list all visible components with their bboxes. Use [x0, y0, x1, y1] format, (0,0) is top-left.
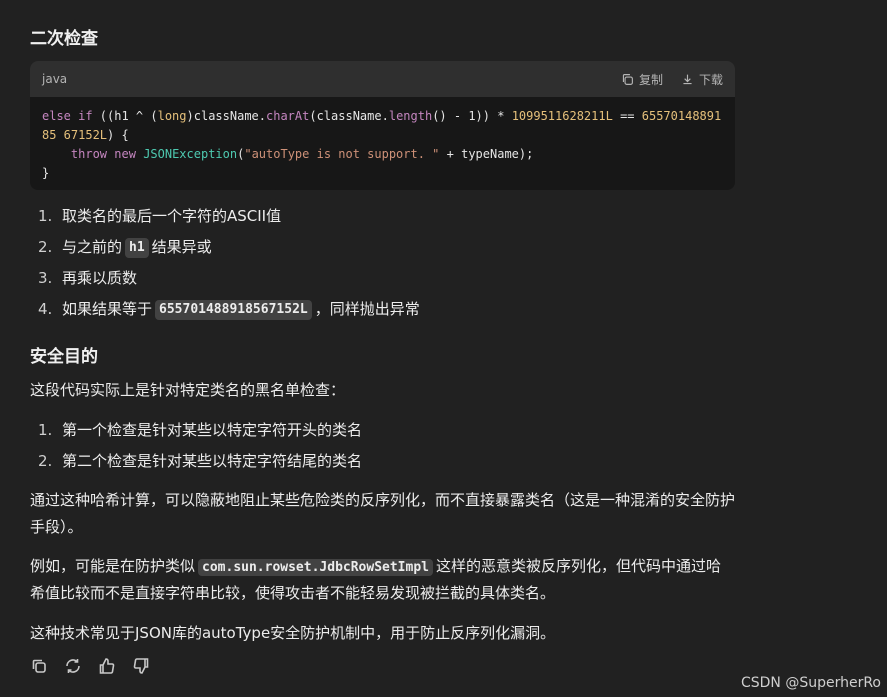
list-number: 3. [38, 269, 53, 287]
copy-icon [622, 73, 633, 85]
list-text: 与之前的 [62, 238, 123, 256]
steps-list: 1. 取类名的最后一个字符的ASCII值 2. 与之前的 h1 结果异或 3. 再乘以质数… [30, 201, 420, 325]
paragraph: 例如，可能是在防护类似 com.sun.rowset.JdbcRowSetImpl… [30, 553, 735, 607]
list-item: 2. 与之前的 h1 结果异或 [30, 232, 420, 263]
code-token: 1099511628211L [511, 109, 613, 123]
list-number: 1. [38, 421, 53, 439]
copy-icon [32, 659, 46, 673]
list-text: 如果结果等于 [62, 300, 153, 318]
code-text: else if ((h1 ^ (long)className.charAt(cl… [42, 109, 722, 180]
inline-code: h1 [125, 237, 149, 258]
list-number: 2. [38, 238, 53, 256]
copy-code-label: 复制 [638, 72, 663, 87]
code-token: length [388, 109, 433, 123]
list-item: 4. 如果结果等于 655701488918567152L ，同样抛出异常 [30, 294, 420, 325]
thumbs-down-icon [133, 658, 149, 674]
code-token: long [157, 109, 187, 123]
intro-text: 这段代码实际上是针对特定类名的黑名单检查： [30, 381, 346, 399]
regenerate-icon [66, 659, 80, 673]
section-title-check: 二次检查 [30, 29, 98, 49]
code-token: )className. [186, 109, 266, 123]
code-language: java [42, 72, 68, 86]
copy-message-button[interactable] [30, 657, 48, 675]
copy-code-button[interactable]: 复制 [621, 71, 663, 88]
regenerate-button[interactable] [64, 657, 82, 675]
code-token: } [42, 166, 50, 180]
code-token: () - 1)) * [432, 109, 512, 123]
list-text: 再乘以质数 [62, 269, 138, 287]
code-token: throw [70, 147, 108, 161]
code-token: (className. [309, 109, 389, 123]
code-token: JSONException [143, 147, 238, 161]
paragraph-text: 例如，可能是在防护类似 [30, 557, 196, 575]
thumbs-down-button[interactable] [132, 657, 150, 675]
list-text: 取类名的最后一个字符的ASCII值 [62, 207, 282, 225]
list-text: ，同样抛出异常 [314, 300, 420, 318]
watermark: CSDN @SuperherRo [740, 675, 881, 691]
list-text: 第二个检查是针对某些以特定字符结尾的类名 [62, 452, 363, 470]
inline-code: com.sun.rowset.JdbcRowSetImpl [198, 559, 433, 576]
code-token: ) { [107, 128, 129, 142]
code-token: new [114, 147, 136, 161]
code-block: java 复制 下载 else if ((h1 ^ (long)classNam… [30, 61, 735, 190]
paragraph: 这种技术常见于JSON库的autoType安全防护机制中，用于防止反序列化漏洞。 [30, 624, 556, 642]
code-token: charAt [266, 109, 310, 123]
thumbs-up-button[interactable] [98, 657, 116, 675]
code-token: + typeName); [439, 147, 534, 161]
inline-code: 655701488918567152L [155, 299, 312, 320]
code-header: java 复制 下载 [30, 61, 735, 97]
list-number: 4. [38, 300, 53, 318]
code-token: "autoType is not support. " [244, 147, 440, 161]
download-icon [683, 74, 692, 84]
list-item: 3. 再乘以质数 [30, 263, 420, 294]
list-number: 1. [38, 207, 53, 225]
list-item: 1. 取类名的最后一个字符的ASCII值 [30, 201, 420, 232]
paragraph: 通过这种哈希计算，可以隐蔽地阻止某些危险类的反序列化，而不直接暴露类名（这是一种… [30, 491, 736, 536]
download-code-label: 下载 [698, 72, 723, 87]
message-actions [30, 657, 150, 675]
list-text: 第一个检查是针对某些以特定字符开头的类名 [62, 421, 363, 439]
list-item: 2. 第二个检查是针对某些以特定字符结尾的类名 [30, 446, 362, 477]
code-token: == [612, 109, 642, 123]
thumbs-up-icon [99, 658, 115, 674]
code-token: ((h1 ^ ( [92, 109, 158, 123]
code-token: else if [42, 109, 93, 123]
list-item: 1. 第一个检查是针对某些以特定字符开头的类名 [30, 415, 362, 446]
list-number: 2. [38, 452, 53, 470]
download-code-button[interactable]: 下载 [681, 71, 723, 88]
section-title-security: 安全目的 [30, 347, 98, 367]
purpose-list: 1. 第一个检查是针对某些以特定字符开头的类名 2. 第二个检查是针对某些以特定字符… [30, 415, 362, 477]
list-text: 结果异或 [151, 238, 212, 256]
